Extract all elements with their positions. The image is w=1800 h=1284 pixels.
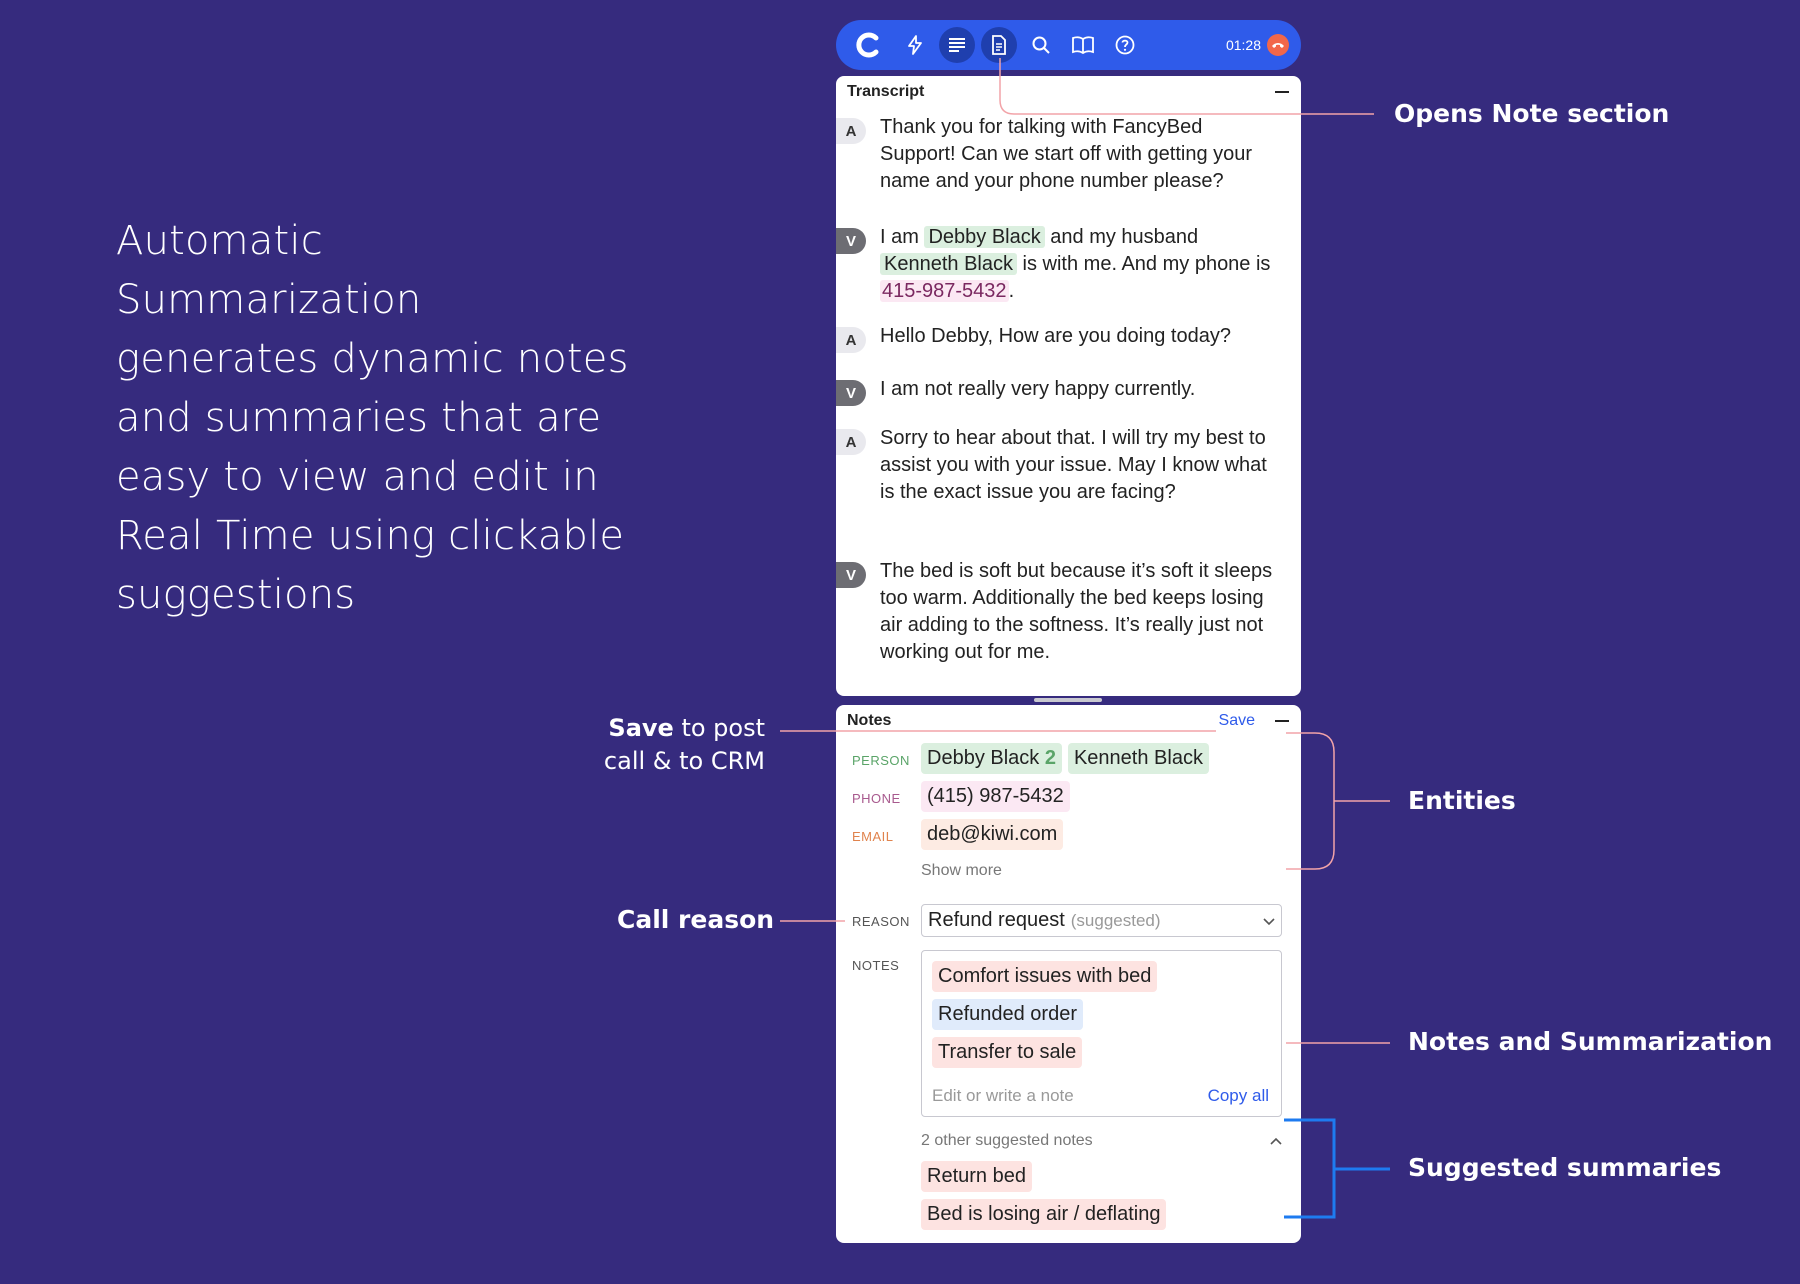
annotation-lines (780, 58, 1390, 1219)
annotation-opens-note: Opens Note section (1394, 99, 1670, 128)
annotation-call-reason: Call reason (617, 905, 775, 934)
annotation-suggested-summaries: Suggested summaries (1408, 1153, 1722, 1182)
annotation-notes-summarization: Notes and Summarization (1408, 1027, 1773, 1056)
annotation-save: Save to post call & to CRM (603, 714, 765, 775)
annotation-entities: Entities (1408, 786, 1516, 815)
